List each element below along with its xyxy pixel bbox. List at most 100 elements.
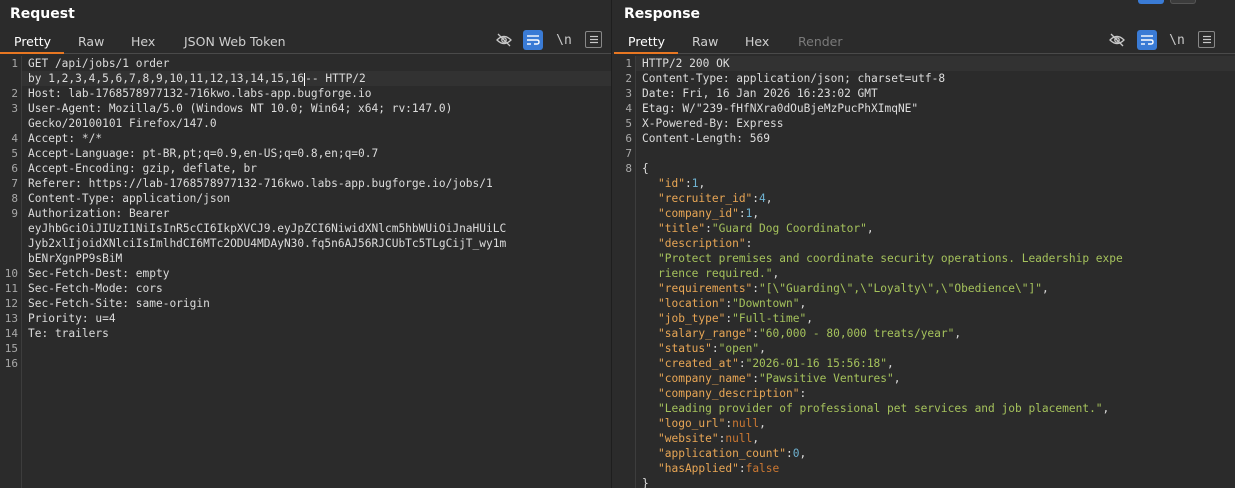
request-line-text: Gecko/20100101 Firefox/147.0	[28, 117, 217, 130]
layout-toggle-button[interactable]	[1138, 0, 1164, 4]
json-comma: ,	[799, 447, 807, 460]
json-line-text: "hasApplied":false	[658, 461, 779, 476]
json-line: "recruiter_id":4,	[636, 191, 1235, 206]
response-header-text: HTTP/2 200 OK	[642, 57, 730, 70]
json-key: "recruiter_id"	[658, 192, 753, 205]
response-title: Response	[624, 6, 701, 22]
json-line-text: "application_count":0,	[658, 446, 806, 461]
json-line-text: "company_description":	[658, 386, 806, 401]
line-number: 6	[625, 132, 632, 145]
json-line-text: "requirements":"[\"Guarding\",\"Loyalty\…	[658, 281, 1049, 296]
request-line-text: eyJhbGciOiJIUzI1NiIsInR5cCI6IkpXVCJ9.eyJ…	[28, 222, 507, 235]
request-line-text: Te: trailers	[28, 327, 109, 340]
response-header-text: Content-Length: 569	[642, 132, 770, 145]
newline-toggle-icon[interactable]: \n	[1167, 30, 1187, 50]
json-line-text: "Protect premises and coordinate securit…	[658, 251, 1123, 266]
json-value: "Downtown"	[732, 297, 800, 310]
json-value: "Guard Dog Coordinator"	[711, 222, 867, 235]
request-line: by 1,2,3,4,5,6,7,8,9,10,11,12,13,14,15,1…	[22, 71, 611, 86]
json-line: "Protect premises and coordinate securit…	[636, 251, 1235, 266]
json-colon: :	[711, 342, 719, 355]
line-number: 3	[11, 102, 18, 115]
newline-toggle-icon[interactable]: \n	[554, 30, 574, 50]
response-header-line: 3 Date: Fri, 16 Jan 2026 16:23:02 GMT	[625, 86, 1235, 101]
line-number: 13	[4, 312, 18, 325]
request-line: 9 Authorization: Bearer	[11, 206, 611, 221]
response-tab-raw[interactable]: Raw	[692, 34, 718, 49]
response-tab-hex[interactable]: Hex	[745, 34, 769, 49]
json-value: "open"	[718, 342, 760, 355]
json-line-text: "recruiter_id":4,	[658, 191, 773, 206]
json-line: "Leading provider of professional pet se…	[636, 401, 1235, 416]
json-line: }	[636, 476, 1235, 488]
json-line-text: "website":null,	[658, 431, 759, 446]
json-closing-brace: }	[642, 477, 649, 488]
json-comma: ,	[954, 327, 962, 340]
json-line: "created_at":"2026-01-16 15:56:18",	[636, 356, 1235, 371]
line-number: 1	[625, 57, 632, 70]
response-code[interactable]: 1 HTTP/2 200 OK 2 Content-Type: application…	[625, 56, 1235, 488]
json-line-text: "id":1,	[658, 176, 705, 191]
json-key: "salary_range"	[658, 327, 753, 340]
json-line-text: "Leading provider of professional pet se…	[658, 401, 1109, 416]
menu-icon[interactable]	[585, 31, 602, 48]
request-line: 6 Accept-Encoding: gzip, deflate, br	[11, 161, 611, 176]
line-number: 12	[4, 297, 18, 310]
word-wrap-icon[interactable]	[523, 30, 543, 50]
json-comma: ,	[887, 357, 894, 370]
request-editor[interactable]: 1 GET /api/jobs/1 order by 1,2,3,4,5,6,7,8…	[0, 56, 611, 488]
request-tab-jwt[interactable]: JSON Web Token	[184, 34, 286, 49]
request-line: 8 Content-Type: application/json	[11, 191, 611, 206]
json-key: "company_id"	[658, 207, 739, 220]
request-line-text: bENrXgnPP9sBiM	[28, 252, 123, 265]
request-line-text: User-Agent: Mozilla/5.0 (Windows NT 10.0…	[28, 102, 453, 115]
eye-slash-icon[interactable]	[1107, 30, 1127, 50]
request-line-text: Sec-Fetch-Site: same-origin	[28, 297, 210, 310]
menu-icon[interactable]	[1198, 31, 1215, 48]
line-number: 2	[11, 87, 18, 100]
request-line: 5 Accept-Language: pt-BR,pt;q=0.9,en-US;q…	[11, 146, 611, 161]
request-line: 13 Priority: u=4	[5, 311, 611, 326]
line-number: 16	[4, 357, 18, 370]
line-number: 7	[625, 147, 632, 160]
request-line: 12 Sec-Fetch-Site: same-origin	[5, 296, 611, 311]
json-value: null	[725, 432, 753, 445]
response-tab-pretty[interactable]: Pretty	[628, 34, 665, 49]
eye-slash-icon[interactable]	[494, 30, 514, 50]
line-number: 5	[625, 117, 632, 130]
line-number: 7	[11, 177, 18, 190]
response-pane: Response Pretty Raw Hex Render \n 1 HTTP/…	[614, 0, 1235, 488]
json-value: "60,000 - 80,000 treats/year"	[759, 327, 955, 340]
json-line: "company_id":1,	[636, 206, 1235, 221]
line-number: 9	[11, 207, 18, 220]
request-line: 3 User-Agent: Mozilla/5.0 (Windows NT 10.…	[11, 101, 611, 116]
json-comma: ,	[893, 372, 901, 385]
json-key: "job_type"	[658, 312, 726, 325]
response-editor[interactable]: 1 HTTP/2 200 OK 2 Content-Type: application…	[614, 56, 1235, 488]
request-line: 4 Accept: */*	[11, 131, 611, 146]
response-header-text: X-Powered-By: Express	[642, 117, 784, 130]
json-colon: :	[738, 207, 746, 220]
request-tab-hex[interactable]: Hex	[131, 34, 155, 49]
json-line-text: "logo_url":null,	[658, 416, 766, 431]
response-header-line: 2 Content-Type: application/json; charset…	[625, 71, 1235, 86]
json-key: "status"	[658, 342, 712, 355]
json-comma: ,	[1102, 402, 1110, 415]
request-code[interactable]: 1 GET /api/jobs/1 order by 1,2,3,4,5,6,7,8…	[5, 56, 611, 488]
json-comma: ,	[759, 342, 766, 355]
json-line-text: "title":"Guard Dog Coordinator",	[658, 221, 874, 236]
json-comma: ,	[752, 432, 760, 445]
request-line-text: Accept-Language: pt-BR,pt;q=0.9,en-US;q=…	[28, 147, 379, 160]
request-line: 15	[5, 341, 611, 356]
line-number: 8	[11, 192, 18, 205]
request-tab-raw[interactable]: Raw	[78, 34, 104, 49]
request-title: Request	[10, 6, 75, 22]
layout-toggle-button-2[interactable]	[1170, 0, 1196, 4]
json-value: "2026-01-16 15:56:18"	[745, 357, 888, 370]
line-number: 4	[625, 102, 632, 115]
line-number: 2	[625, 72, 632, 85]
response-header-line: 6 Content-Length: 569	[625, 131, 1235, 146]
word-wrap-icon[interactable]	[1137, 30, 1157, 50]
request-tab-pretty[interactable]: Pretty	[14, 34, 51, 49]
response-tab-render[interactable]: Render	[798, 34, 843, 49]
